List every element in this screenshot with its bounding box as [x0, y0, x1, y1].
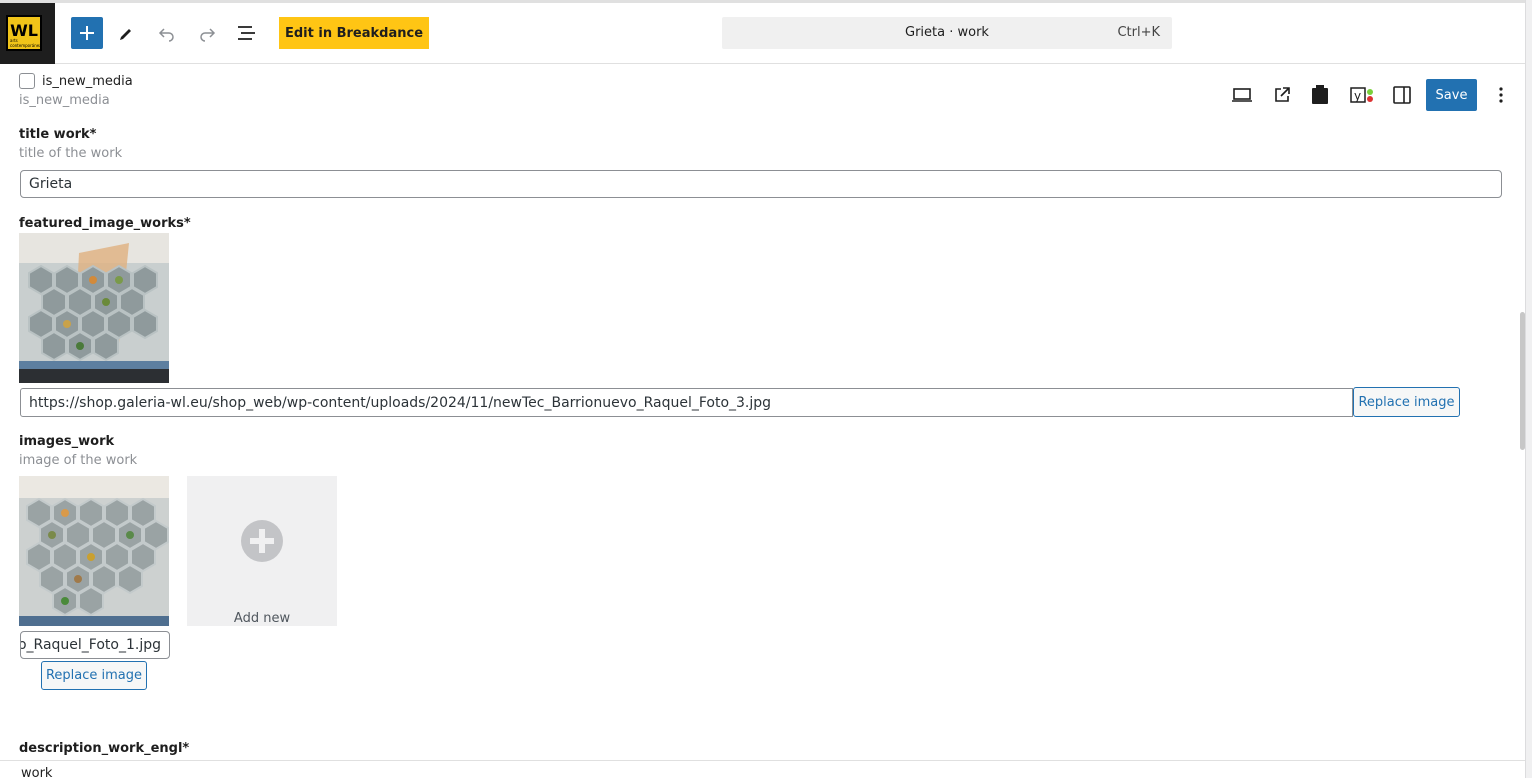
add-new-label: Add new: [233, 611, 291, 626]
featured-replace-image-button[interactable]: Replace image: [1353, 387, 1460, 417]
options-menu-button[interactable]: [1485, 79, 1517, 111]
title-work-label: title work*: [19, 127, 97, 142]
yoast-seo-button[interactable]: y: [1346, 79, 1378, 111]
redo-icon: [200, 28, 216, 42]
images-work-description: image of the work: [19, 453, 138, 468]
shortcut-hint: Ctrl+K: [1117, 25, 1160, 40]
is-new-media-checkbox[interactable]: [19, 73, 35, 89]
edit-in-breakdance-button[interactable]: Edit in Breakdance: [279, 17, 429, 49]
redo-button[interactable]: [191, 17, 223, 49]
device-preview-button[interactable]: [1226, 79, 1258, 111]
top-toolbar: WL arts contemporánea Edit in Breakdance…: [0, 0, 1532, 64]
work-image-filename-input[interactable]: o_Raquel_Foto_1.jpg: [20, 631, 170, 659]
is-new-media-label: is_new_media: [42, 74, 133, 89]
svg-text:y: y: [1354, 89, 1361, 103]
settings-sidebar-toggle[interactable]: [1386, 79, 1418, 111]
logo-badge: WL arts contemporánea: [6, 15, 42, 51]
add-block-button[interactable]: [71, 17, 103, 49]
undo-button[interactable]: [151, 17, 183, 49]
plus-icon: [80, 26, 94, 40]
command-palette-button[interactable]: Grieta · work Ctrl+K: [722, 17, 1172, 49]
work-replace-image-button[interactable]: Replace image: [41, 661, 147, 690]
clipboard-icon: [1312, 85, 1328, 104]
title-work-input[interactable]: Grieta: [20, 170, 1502, 198]
add-new-image-tile[interactable]: Add new: [187, 476, 337, 626]
more-vertical-icon: [1499, 87, 1503, 103]
featured-image-label: featured_image_works*: [19, 216, 191, 231]
tools-button[interactable]: [111, 17, 143, 49]
pencil-icon: [120, 29, 131, 40]
logo-subtext: arts contemporánea: [10, 38, 42, 48]
title-work-description: title of the work: [19, 146, 123, 161]
yoast-icon: y: [1350, 87, 1373, 103]
save-button[interactable]: Save: [1426, 79, 1477, 111]
is-new-media-description: is_new_media: [19, 93, 110, 108]
work-image-photo: [19, 476, 169, 626]
list-view-icon: [238, 26, 255, 40]
sidebar-icon: [1393, 86, 1411, 104]
site-logo[interactable]: WL arts contemporánea: [0, 3, 55, 64]
featured-image-photo: [19, 233, 169, 383]
view-post-button[interactable]: [1266, 79, 1298, 111]
plugin-button[interactable]: [1304, 79, 1336, 111]
external-link-icon: [1275, 87, 1290, 102]
undo-icon: [158, 28, 174, 42]
work-image-thumbnail[interactable]: [19, 476, 169, 626]
block-breadcrumb-bar: work: [0, 760, 1532, 778]
breadcrumb-item-work[interactable]: work: [21, 766, 52, 778]
laptop-icon: [1232, 88, 1252, 102]
document-title: Grieta · work: [905, 25, 989, 40]
add-circle-icon: [241, 520, 283, 562]
editor-window: WL arts contemporánea Edit in Breakdance…: [0, 0, 1532, 778]
featured-image-url-input[interactable]: https://shop.galeria-wl.eu/shop_web/wp-c…: [20, 388, 1353, 417]
images-work-label: images_work: [19, 434, 115, 449]
description-engl-label: description_work_engl*: [19, 741, 190, 756]
document-overview-button[interactable]: [231, 17, 263, 49]
featured-image-thumbnail[interactable]: [19, 233, 169, 383]
settings-panel-edge: [1525, 0, 1532, 778]
